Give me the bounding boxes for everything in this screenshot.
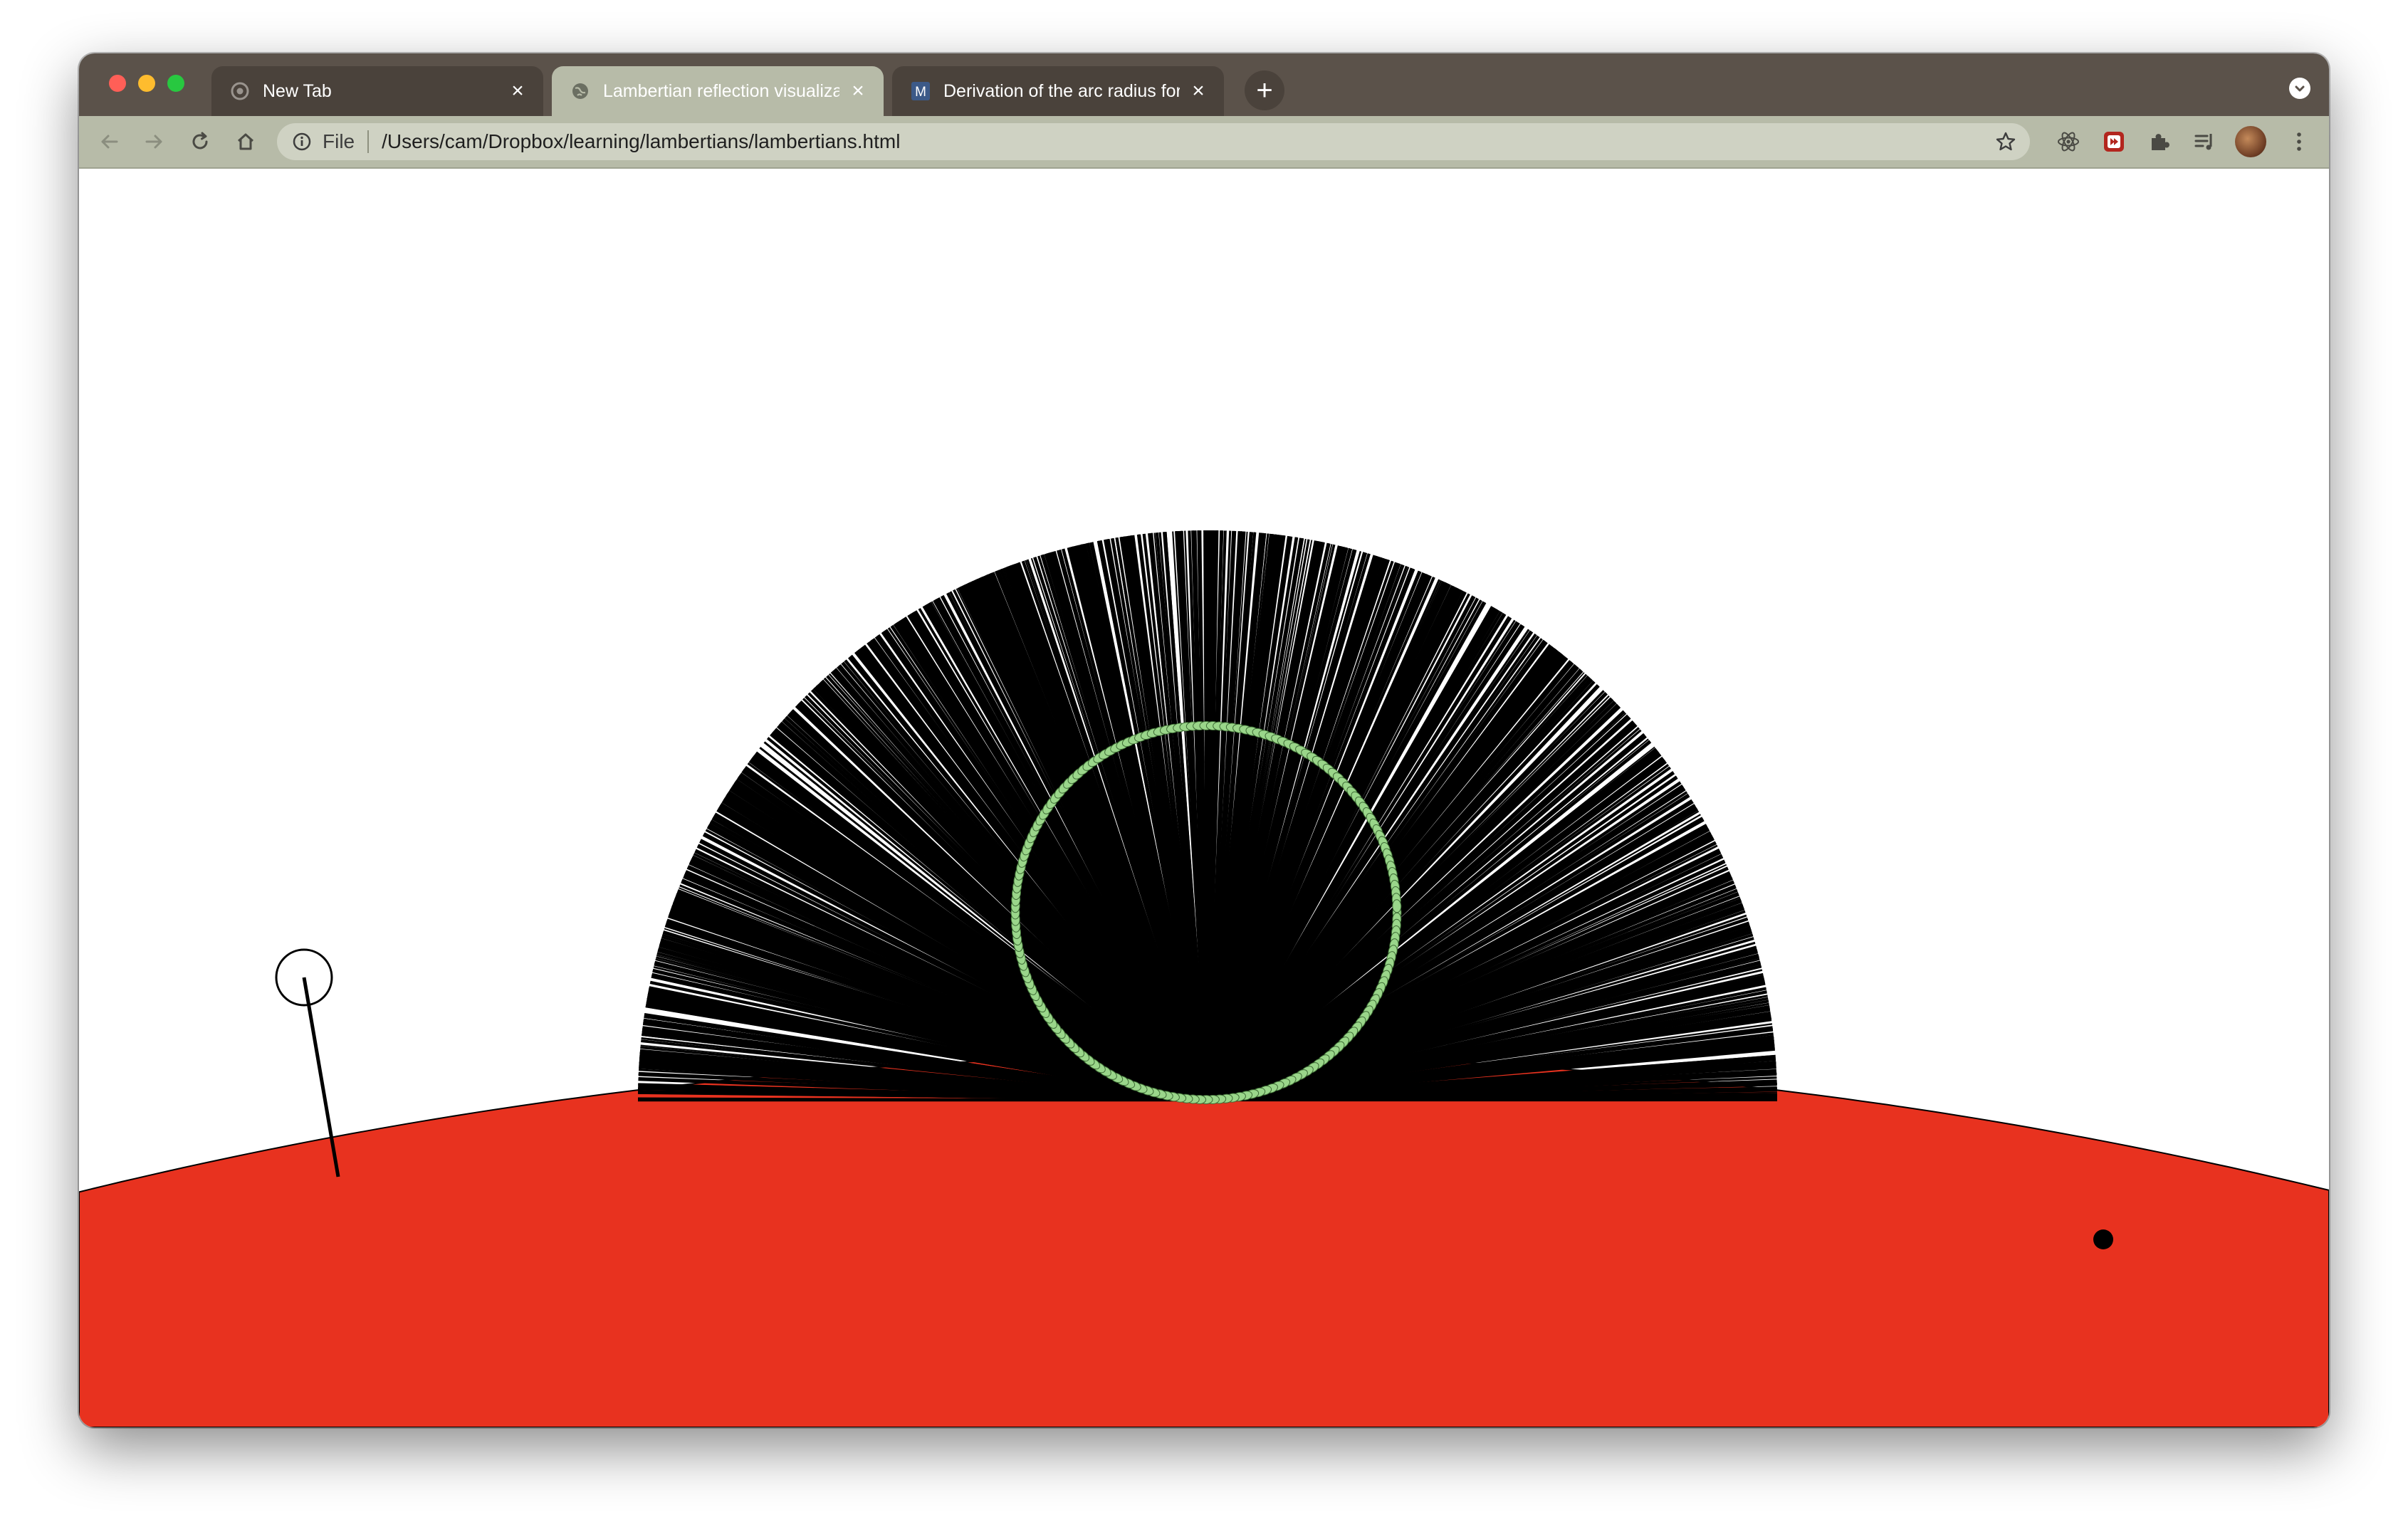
tab-strip: New Tab × Lambertian reflection visualiz… — [79, 53, 2329, 116]
forward-icon[interactable] — [140, 127, 169, 156]
toolbar: File /Users/cam/Dropbox/learning/lambert… — [79, 116, 2329, 169]
reading-list-icon[interactable] — [2191, 127, 2219, 156]
address-bar[interactable]: File /Users/cam/Dropbox/learning/lambert… — [277, 123, 2030, 160]
tab-title: Lambertian reflection visualization — [603, 80, 839, 101]
circle-dot — [1392, 899, 1402, 913]
minimize-window-button[interactable] — [138, 75, 155, 92]
tab-derivation[interactable]: M Derivation of the arc radius formula × — [892, 66, 1224, 116]
reflected-rays — [637, 530, 1778, 1102]
tab-lambertian[interactable]: Lambertian reflection visualization × — [552, 66, 884, 116]
m-icon-letter: M — [915, 85, 926, 100]
menu-kebab-icon[interactable] — [2285, 127, 2313, 156]
tab-search-icon[interactable] — [2289, 78, 2310, 99]
divider — [367, 130, 370, 153]
react-devtools-icon[interactable] — [2054, 127, 2083, 156]
tab-new-tab[interactable]: New Tab × — [211, 66, 543, 116]
lambertian-canvas[interactable] — [79, 169, 2329, 1427]
puzzle-icon[interactable] — [2145, 127, 2174, 156]
page-content — [79, 169, 2329, 1427]
globe-icon — [570, 81, 590, 101]
zoom-window-button[interactable] — [167, 75, 184, 92]
chrome-icon — [230, 81, 250, 101]
reload-icon[interactable] — [186, 127, 214, 156]
home-icon[interactable] — [231, 127, 260, 156]
ground-surface — [79, 1055, 2329, 1427]
browser-window: New Tab × Lambertian reflection visualiz… — [79, 53, 2329, 1427]
close-tab-icon[interactable]: × — [508, 79, 528, 103]
url-text[interactable]: /Users/cam/Dropbox/learning/lambertians/… — [382, 130, 900, 153]
new-tab-button[interactable]: + — [1245, 70, 1284, 110]
m-icon: M — [911, 81, 931, 101]
close-window-button[interactable] — [109, 75, 126, 92]
close-tab-icon[interactable]: × — [848, 79, 868, 103]
back-icon[interactable] — [95, 127, 123, 156]
tab-title: Derivation of the arc radius formula — [943, 80, 1180, 101]
profile-avatar[interactable] — [2235, 126, 2266, 157]
observer-dot[interactable] — [2093, 1229, 2113, 1249]
bookmark-star-icon[interactable] — [1994, 130, 2017, 153]
info-icon[interactable] — [291, 131, 313, 152]
scheme-label: File — [323, 130, 355, 152]
tab-title: New Tab — [263, 80, 332, 101]
close-tab-icon[interactable]: × — [1188, 79, 1208, 103]
video-extension-icon[interactable] — [2100, 127, 2128, 156]
